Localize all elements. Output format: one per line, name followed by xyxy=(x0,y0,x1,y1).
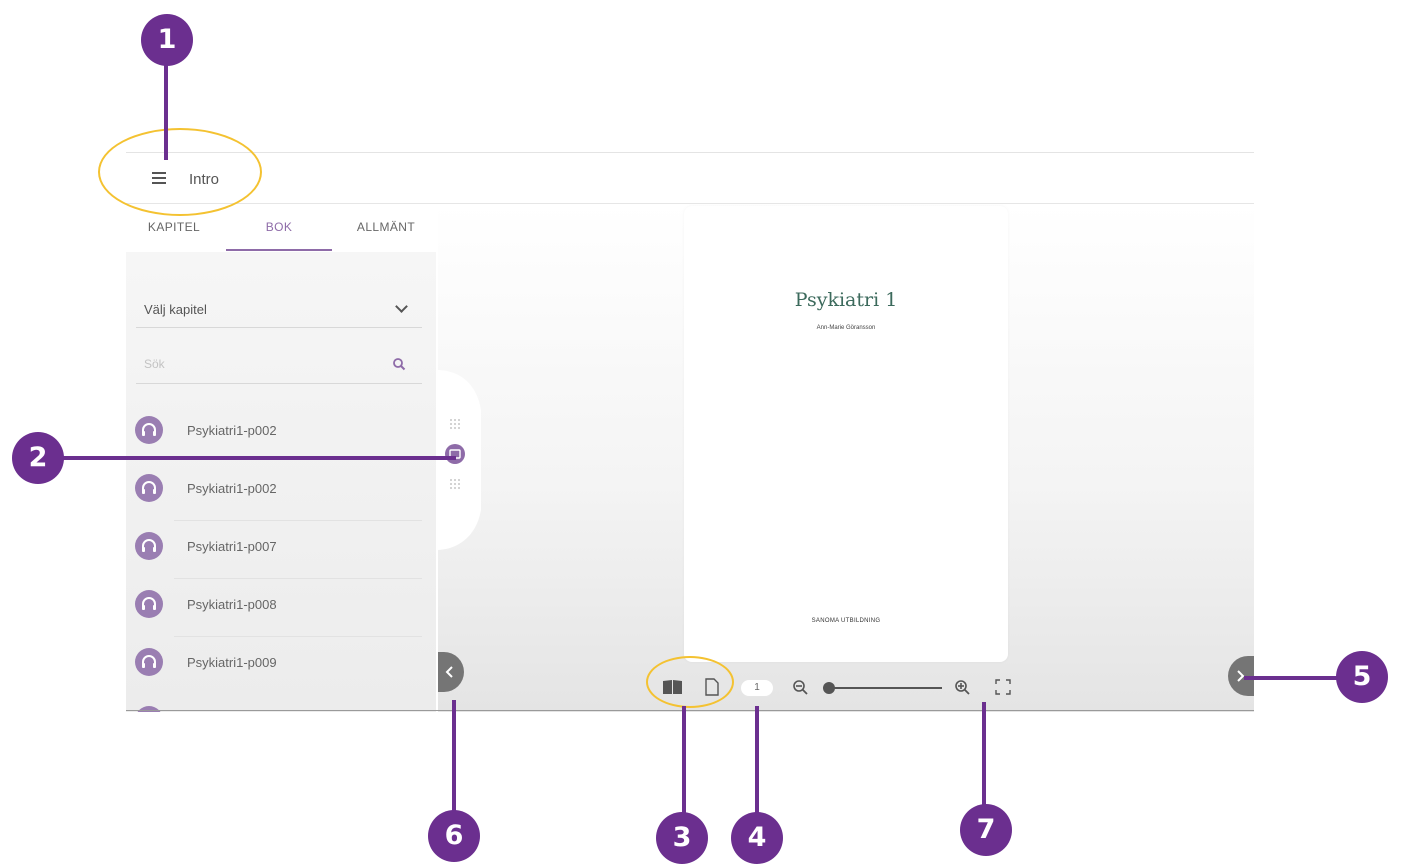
headphones-icon xyxy=(135,532,163,560)
search-input[interactable] xyxy=(144,354,374,374)
headphones-icon xyxy=(135,590,163,618)
annotation-badge-3: 3 xyxy=(656,812,708,864)
sidebar-resize-handle[interactable] xyxy=(436,370,496,550)
zoom-in-icon[interactable] xyxy=(954,679,972,697)
annotation-line xyxy=(1244,676,1340,680)
page-number-field[interactable]: 1 xyxy=(740,679,774,697)
headphones-icon xyxy=(135,706,163,712)
divider xyxy=(174,636,422,637)
book-author: Ann-Marie Göransson xyxy=(816,325,876,331)
list-item-label: Psykiatri1-p008 xyxy=(187,597,277,612)
book-title: Psykiatri 1 xyxy=(794,289,898,311)
annotation-line xyxy=(982,702,986,812)
highlight-ellipse xyxy=(646,656,734,708)
annotation-badge-1: 1 xyxy=(141,14,193,66)
headphones-icon xyxy=(135,474,163,502)
annotation-badge-7: 7 xyxy=(960,804,1012,856)
zoom-out-icon[interactable] xyxy=(792,679,810,697)
annotation-badge-2: 2 xyxy=(12,432,64,484)
chapter-select[interactable]: Välj kapitel xyxy=(136,292,422,328)
search-icon[interactable] xyxy=(392,357,406,371)
list-item-label: Psykiatri1-p002 xyxy=(187,423,277,438)
tab-allmant[interactable]: ALLMÄNT xyxy=(346,220,426,234)
book-page: Psykiatri 1 Ann-Marie Göransson SANOMA U… xyxy=(684,206,1008,662)
headphones-icon xyxy=(135,416,163,444)
tab-kapitel[interactable]: KAPITEL xyxy=(134,220,214,234)
list-item-label: Psykiatri1-p002 xyxy=(187,481,277,496)
tab-bok[interactable]: BOK xyxy=(226,220,332,234)
chevron-down-icon xyxy=(395,300,408,313)
zoom-slider-knob[interactable] xyxy=(823,682,835,694)
list-item[interactable]: Psykiatri1-p009 xyxy=(126,636,422,694)
book-viewer: Psykiatri 1 Ann-Marie Göransson SANOMA U… xyxy=(438,204,1254,712)
zoom-slider[interactable] xyxy=(823,682,942,694)
list-item[interactable]: Psykiatri1-p002 xyxy=(126,404,422,462)
annotation-badge-4: 4 xyxy=(731,812,783,864)
annotation-line xyxy=(60,456,456,460)
divider xyxy=(174,520,422,521)
book-reader-app: Intro KAPITEL BOK ALLMÄNT Välj kapitel S… xyxy=(126,152,1254,712)
annotation-badge-6: 6 xyxy=(428,810,480,862)
search-box xyxy=(136,344,422,384)
fullscreen-icon[interactable] xyxy=(994,678,1012,696)
list-item[interactable]: Psykiatri1-p008 xyxy=(126,578,422,636)
media-toggle-icon[interactable] xyxy=(445,444,465,464)
chapter-select-value: Välj kapitel xyxy=(144,302,207,317)
list-item-label: Psykiatri1-p007 xyxy=(187,539,277,554)
divider xyxy=(174,578,422,579)
annotation-line xyxy=(755,706,759,826)
active-tab-indicator xyxy=(226,249,332,251)
annotation-badge-5: 5 xyxy=(1336,651,1388,703)
list-item[interactable]: Psykiatri1-p007 xyxy=(126,520,422,578)
list-item-label: Psykiatri1-p009 xyxy=(187,655,277,670)
list-item[interactable]: Psykiatri1-p002 xyxy=(126,462,422,520)
highlight-ellipse xyxy=(98,128,262,216)
viewer-bottom-border xyxy=(126,710,1254,711)
annotation-line xyxy=(164,60,168,160)
headphones-icon xyxy=(135,648,163,676)
annotation-line xyxy=(452,700,456,820)
top-bar: Intro xyxy=(126,152,1254,204)
book-publisher: SANOMA UTBILDNING xyxy=(811,618,881,624)
annotation-line xyxy=(682,706,686,826)
